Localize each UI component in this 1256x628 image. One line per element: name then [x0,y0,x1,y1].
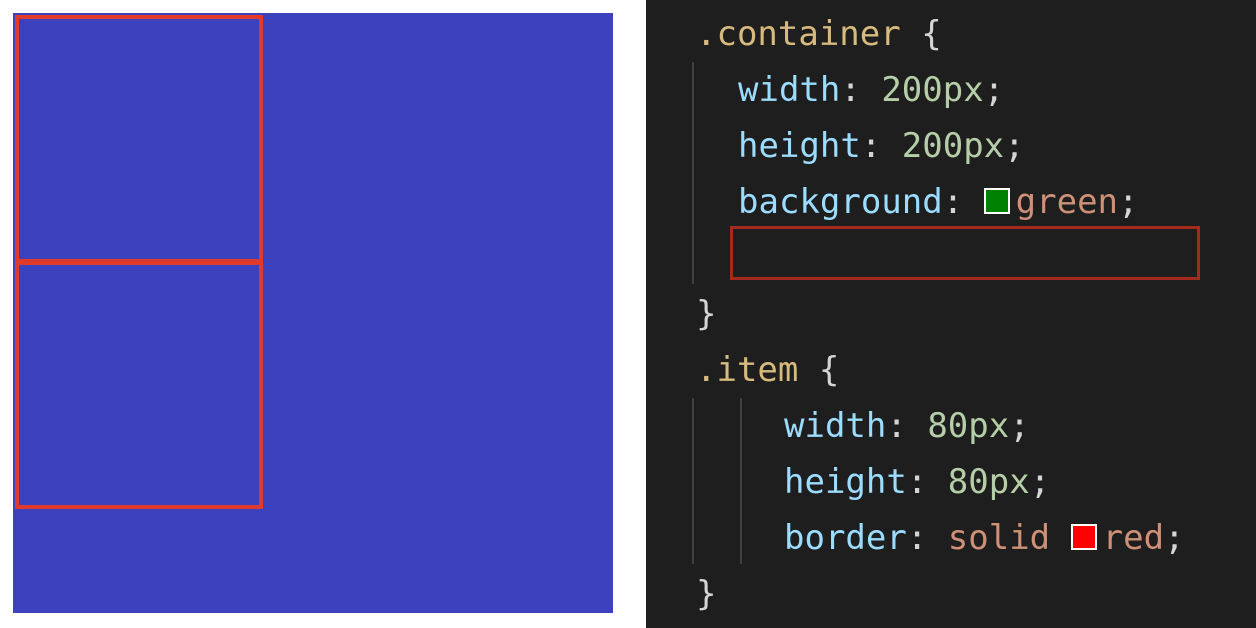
item-preview-2 [15,261,263,509]
css-value: 200px [901,126,1005,166]
css-selector: .container [696,14,901,54]
css-property: background [738,182,943,222]
code-line: .item { [696,350,840,390]
css-property: height [738,126,861,166]
code-line: border: solid red; [784,518,1185,558]
css-value: green [1015,182,1119,222]
css-value: 80px [927,406,1010,446]
code-line: } [696,294,717,334]
color-swatch-icon[interactable] [983,188,1010,214]
css-property: height [784,462,907,502]
css-property: width [784,406,887,446]
css-value: 200px [881,70,984,110]
css-property: width [738,70,841,110]
code-line: .container { [696,14,942,54]
code-line: width: 200px; [738,70,1005,110]
color-swatch-icon[interactable] [1070,524,1097,550]
css-property: border [784,518,907,558]
css-value: 80px [947,462,1030,502]
css-value: solid [947,518,1051,558]
code-line: } [696,574,717,614]
container-preview [13,13,613,613]
css-value: red [1102,518,1165,558]
empty-line-highlight [730,226,1200,280]
code-line: height: 200px; [738,126,1025,166]
code-line: background: green; [738,182,1139,222]
code-editor[interactable]: .container { width: 200px; height: 200px… [646,0,1256,628]
item-preview-1 [15,15,263,263]
code-line: height: 80px; [784,462,1051,502]
code-line: width: 80px; [784,406,1030,446]
css-selector: .item [696,350,799,390]
